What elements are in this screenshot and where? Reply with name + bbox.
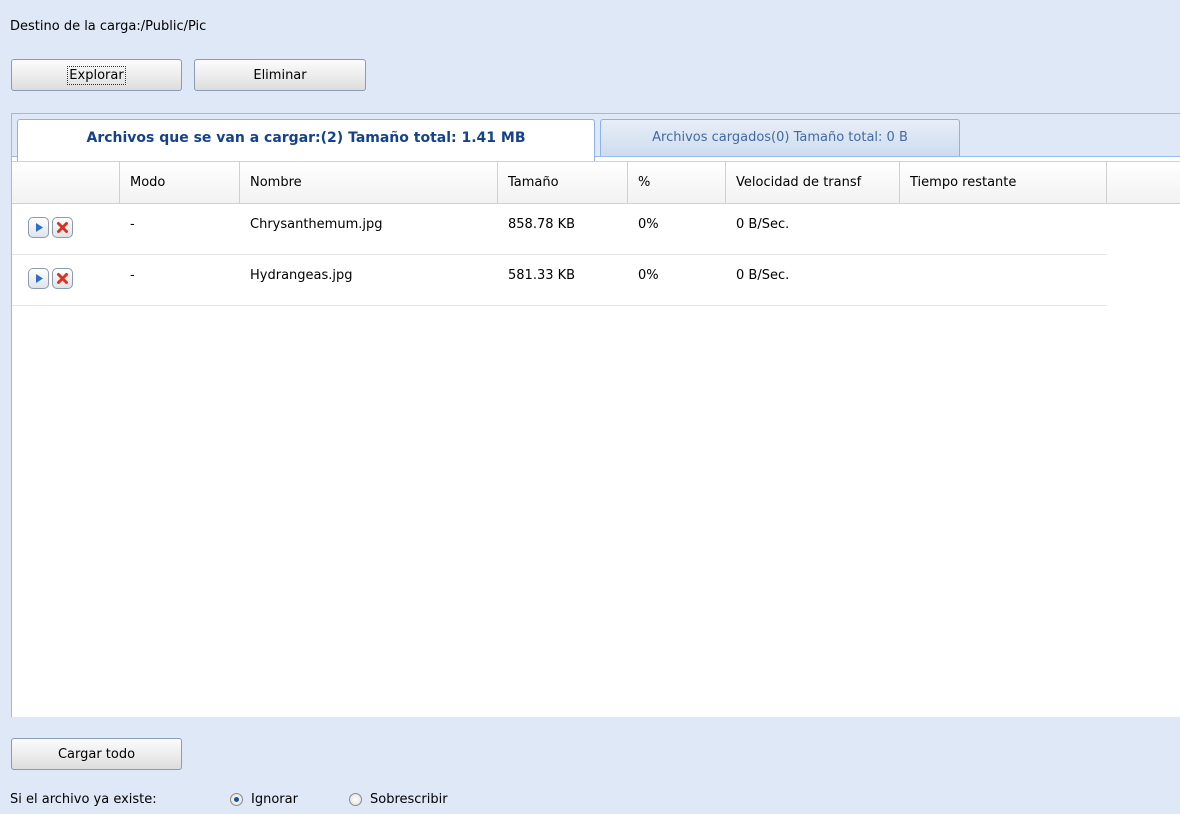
row-percent: 0% (638, 268, 659, 283)
grid-header: Modo Nombre Tamaño % Velocidad de transf… (12, 162, 1180, 204)
delete-button-label: Eliminar (253, 67, 307, 83)
column-header-mode[interactable]: Modo (120, 162, 240, 203)
row-file-size: 581.33 KB (508, 268, 576, 283)
column-header-remaining[interactable]: Tiempo restante (900, 162, 1107, 203)
tab-pending-uploads[interactable]: Archivos que se van a cargar:(2) Tamaño … (17, 119, 595, 161)
start-upload-button[interactable] (28, 217, 49, 238)
row-mode: - (130, 217, 135, 232)
cancel-upload-button[interactable] (52, 217, 73, 238)
browse-button-label: Explorar (67, 65, 126, 85)
column-header-filler (1107, 162, 1180, 203)
column-header-percent[interactable]: % (628, 162, 726, 203)
upload-file-grid: Modo Nombre Tamaño % Velocidad de transf… (12, 161, 1180, 717)
upload-all-button[interactable]: Cargar todo (11, 738, 182, 770)
row-file-name: Hydrangeas.jpg (250, 268, 353, 283)
cancel-icon (57, 222, 68, 233)
delete-button[interactable]: Eliminar (194, 59, 366, 91)
column-header-actions (12, 162, 120, 203)
row-remaining (900, 255, 910, 305)
tab-uploaded-files[interactable]: Archivos cargados(0) Tamaño total: 0 B (600, 119, 960, 156)
overwrite-radio[interactable] (349, 793, 362, 806)
cancel-icon (57, 273, 68, 284)
row-file-size: 858.78 KB (508, 217, 576, 232)
row-percent: 0% (638, 217, 659, 232)
table-row[interactable]: - Chrysanthemum.jpg 858.78 KB 0% 0 B/Sec… (12, 204, 1107, 255)
column-header-speed[interactable]: Velocidad de transf (726, 162, 900, 203)
row-speed: 0 B/Sec. (736, 217, 790, 232)
row-speed: 0 B/Sec. (736, 268, 790, 283)
column-header-name[interactable]: Nombre (240, 162, 498, 203)
cancel-upload-button[interactable] (52, 268, 73, 289)
file-exists-label: Si el archivo ya existe: (10, 792, 157, 807)
play-icon (36, 223, 43, 232)
play-icon (36, 274, 43, 283)
ignore-radio[interactable] (230, 793, 243, 806)
start-upload-button[interactable] (28, 268, 49, 289)
overwrite-radio-label[interactable]: Sobrescribir (370, 792, 448, 807)
tab-strip: Archivos que se van a cargar:(2) Tamaño … (12, 114, 1180, 162)
upload-panel: Archivos que se van a cargar:(2) Tamaño … (11, 113, 1180, 717)
row-mode: - (130, 268, 135, 283)
column-header-size[interactable]: Tamaño (498, 162, 628, 203)
upload-destination-label: Destino de la carga:/Public/Pic (10, 19, 207, 34)
row-file-name: Chrysanthemum.jpg (250, 217, 383, 232)
browse-button[interactable]: Explorar (11, 59, 182, 91)
row-remaining (900, 204, 910, 254)
table-row[interactable]: - Hydrangeas.jpg 581.33 KB 0% 0 B/Sec. (12, 255, 1107, 306)
ignore-radio-label[interactable]: Ignorar (251, 792, 298, 807)
